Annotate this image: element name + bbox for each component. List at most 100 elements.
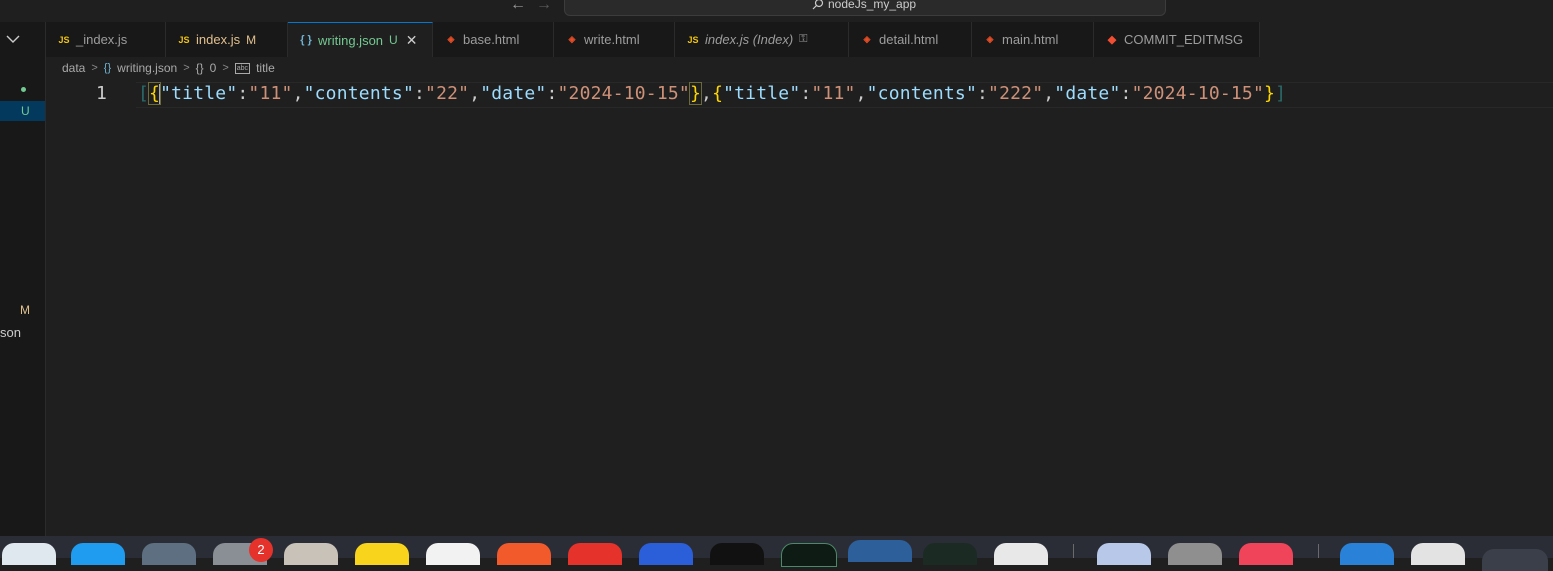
chevron-right-icon: > [183,62,190,74]
search-icon [812,0,824,10]
json-key: "title" [160,83,238,104]
dock-divider [1318,544,1319,558]
json-value: "11" [811,83,856,104]
preview-icon[interactable] [1097,543,1151,565]
breadcrumb-file[interactable]: writing.json [117,61,177,75]
comma: , [292,83,304,104]
comma: , [1043,83,1055,104]
forward-arrow-icon[interactable]: → [536,0,552,14]
tab-label: main.html [1002,32,1059,47]
launchpad-icon[interactable] [142,543,196,565]
messages-icon[interactable] [426,543,480,565]
title-bar: ← → nodeJs_my_app [0,0,1553,22]
comma: , [701,83,713,104]
json-icon: {} [103,62,112,74]
chevron-right-icon: > [91,62,98,74]
tab-index-js[interactable]: JS index.js M [166,22,288,57]
folder-icon[interactable] [1340,543,1394,565]
tab-main-html[interactable]: ◈ main.html [972,22,1094,57]
breadcrumb: data > {} writing.json > {} 0 > abc titl… [62,59,275,77]
json-key: "contents" [303,83,414,104]
app-store-icon[interactable] [71,543,125,565]
json-value: "11" [248,83,293,104]
tab-label: detail.html [879,32,939,47]
app-icon[interactable] [923,543,977,565]
chevron-down-icon[interactable] [6,31,20,49]
untracked-dot-icon [21,87,26,92]
js-icon: JS [178,34,190,45]
dock-divider [1073,544,1074,558]
object-close-brace: } [688,82,703,105]
object-open-brace: { [712,83,724,104]
colon: : [546,83,558,104]
explorer-file-truncated[interactable]: son [0,325,21,340]
json-key: "date" [1054,83,1121,104]
notes-icon[interactable] [284,543,338,565]
app-icon[interactable] [710,543,764,565]
string-icon: abc [234,62,251,74]
music-icon[interactable] [1239,543,1293,565]
tab-label: write.html [584,32,640,47]
breadcrumb-index[interactable]: 0 [210,61,217,75]
command-center[interactable]: nodeJs_my_app [812,0,916,11]
html-icon: ◈ [447,34,455,44]
json-key: "contents" [866,83,977,104]
tab-index-underscore-js[interactable]: JS _index.js [46,22,166,57]
git-icon: ◆ [1107,34,1117,46]
chevron-right-icon: > [222,62,229,74]
array-open-bracket: [ [138,83,150,104]
object-close-brace: } [1264,83,1276,104]
json-icon: { } [300,34,312,46]
document-icon[interactable] [1411,543,1465,565]
app-icon[interactable] [1482,549,1548,571]
tab-commit-editmsg[interactable]: ◆ COMMIT_EDITMSG [1094,22,1260,57]
object-icon: {} [195,61,204,75]
colon: : [977,83,989,104]
modified-badge: M [20,303,30,317]
colon: : [800,83,812,104]
tab-detail-html[interactable]: ◈ detail.html [849,22,972,57]
code-line[interactable]: [{"title":"11","contents":"22","date":"2… [138,82,1286,106]
finder-icon[interactable] [2,543,56,565]
close-icon[interactable]: ✕ [406,32,418,49]
kakaotalk-icon[interactable] [355,543,409,565]
json-value: "222" [988,83,1044,104]
breadcrumb-field[interactable]: title [256,61,275,75]
json-key: "date" [480,83,547,104]
tab-writing-json[interactable]: { } writing.json U ✕ [288,22,433,57]
js-icon: JS [687,34,699,45]
back-arrow-icon[interactable]: ← [510,0,526,14]
tab-index-js-readonly[interactable]: JS index.js (Index) ⚿ [675,22,849,57]
array-close-bracket: ] [1275,83,1287,104]
workspace-name: nodeJs_my_app [828,0,917,11]
comma: , [855,83,867,104]
json-value: "2024-10-15" [557,83,690,104]
untracked-badge: U [21,104,30,118]
html-icon: ◈ [863,34,871,44]
tab-label: base.html [463,32,520,47]
browser-icon[interactable] [568,543,622,565]
tab-label: index.js (Index) [705,32,794,47]
js-icon: JS [58,34,70,45]
terminal-icon[interactable] [781,543,837,567]
explorer-strip [0,22,46,536]
tab-label: writing.json [318,32,384,48]
app-icon[interactable] [639,543,693,565]
colon: : [413,83,426,104]
textedit-icon[interactable] [994,543,1048,565]
colon: : [1120,83,1132,104]
modified-badge: M [246,32,257,47]
tab-write-html[interactable]: ◈ write.html [554,22,675,57]
app-icon[interactable] [1168,543,1222,565]
json-value: "2024-10-15" [1131,83,1265,104]
app-icon[interactable] [497,543,551,565]
code-editor[interactable]: 1 [{"title":"11","contents":"22","date":… [46,79,1553,536]
tab-base-html[interactable]: ◈ base.html [433,22,554,57]
json-key: "title" [723,83,801,104]
tab-label: COMMIT_EDITMSG [1124,32,1244,47]
breadcrumb-folder[interactable]: data [62,61,85,75]
tab-label: _index.js [76,32,128,47]
json-value: "22" [425,83,470,104]
line-number: 1 [96,83,107,104]
mysql-workbench-icon[interactable] [848,540,912,562]
